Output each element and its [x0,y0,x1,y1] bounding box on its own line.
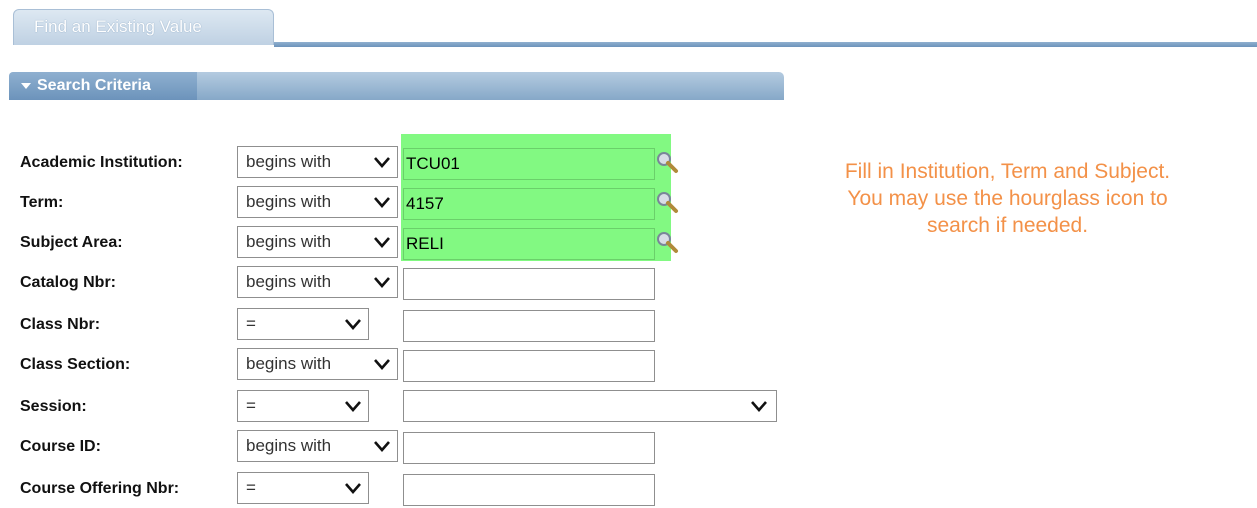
note-line-1: Fill in Institution, Term and Subject. [844,160,1171,183]
subject-area-label: Subject Area: [20,234,123,251]
subject-area-operator[interactable]: begins with [237,226,398,258]
field-row-session: Session: = [0,390,800,424]
class-section-label: Class Section: [20,356,131,373]
course-offering-nbr-label: Course Offering Nbr: [20,480,180,497]
term-label: Term: [20,194,64,211]
chevron-down-icon [751,401,767,412]
search-criteria-toggle[interactable]: Search Criteria [9,72,197,100]
session-operator[interactable]: = [237,390,369,422]
field-row-course-offering-nbr: Course Offering Nbr: = [0,472,800,506]
magnifier-icon[interactable] [655,230,681,254]
instruction-note: Fill in Institution, Term and Subject. Y… [770,158,1245,239]
class-nbr-operator[interactable]: = [237,308,369,340]
operator-value: = [246,396,256,415]
field-row-academic-institution: Academic Institution: begins with TCU01 [0,146,800,180]
chevron-down-icon [374,237,390,248]
tab-label: Find an Existing Value [34,17,202,36]
note-line-2: You may use the hourglass icon to [847,187,1168,210]
course-id-label: Course ID: [20,438,101,455]
academic-institution-operator[interactable]: begins with [237,146,398,178]
operator-value: begins with [246,192,332,211]
field-row-course-id: Course ID: begins with [0,430,800,464]
field-row-term: Term: begins with 4157 [0,186,800,220]
class-section-operator[interactable]: begins with [237,348,398,380]
class-section-input[interactable] [403,350,655,382]
subject-area-input[interactable]: RELI [403,228,655,260]
tab-divider [274,42,1257,47]
course-id-operator[interactable]: begins with [237,430,398,462]
operator-value: = [246,314,256,333]
catalog-nbr-operator[interactable]: begins with [237,266,398,298]
session-label: Session: [20,398,87,415]
magnifier-icon[interactable] [655,150,681,174]
chevron-down-icon [374,441,390,452]
chevron-down-icon [374,157,390,168]
term-input[interactable]: 4157 [403,188,655,220]
note-line-3: search if needed. [926,214,1089,237]
chevron-down-icon [345,483,361,494]
input-value: 4157 [406,194,444,213]
tab-find-existing-value[interactable]: Find an Existing Value [13,9,274,45]
catalog-nbr-label: Catalog Nbr: [20,274,116,291]
operator-value: begins with [246,354,332,373]
session-select[interactable] [403,390,777,422]
operator-value: = [246,478,256,497]
chevron-down-icon [345,319,361,330]
course-offering-nbr-input[interactable] [403,474,655,506]
class-nbr-label: Class Nbr: [20,316,101,333]
class-nbr-input[interactable] [403,310,655,342]
term-operator[interactable]: begins with [237,186,398,218]
section-title: Search Criteria [37,77,151,94]
chevron-down-icon [374,359,390,370]
field-row-subject-area: Subject Area: begins with RELI [0,226,800,260]
operator-value: begins with [246,232,332,251]
chevron-down-icon [345,401,361,412]
chevron-down-icon [374,197,390,208]
field-row-class-nbr: Class Nbr: = [0,308,800,342]
course-offering-nbr-operator[interactable]: = [237,472,369,504]
input-value: RELI [406,234,444,253]
field-row-catalog-nbr: Catalog Nbr: begins with [0,266,800,300]
field-row-class-section: Class Section: begins with [0,348,800,382]
academic-institution-input[interactable]: TCU01 [403,148,655,180]
chevron-down-icon [374,277,390,288]
magnifier-icon[interactable] [655,190,681,214]
input-value: TCU01 [406,154,460,173]
course-id-input[interactable] [403,432,655,464]
academic-institution-label: Academic Institution: [20,154,183,171]
operator-value: begins with [246,272,332,291]
catalog-nbr-input[interactable] [403,268,655,300]
triangle-down-icon [21,83,31,89]
operator-value: begins with [246,152,332,171]
operator-value: begins with [246,436,332,455]
